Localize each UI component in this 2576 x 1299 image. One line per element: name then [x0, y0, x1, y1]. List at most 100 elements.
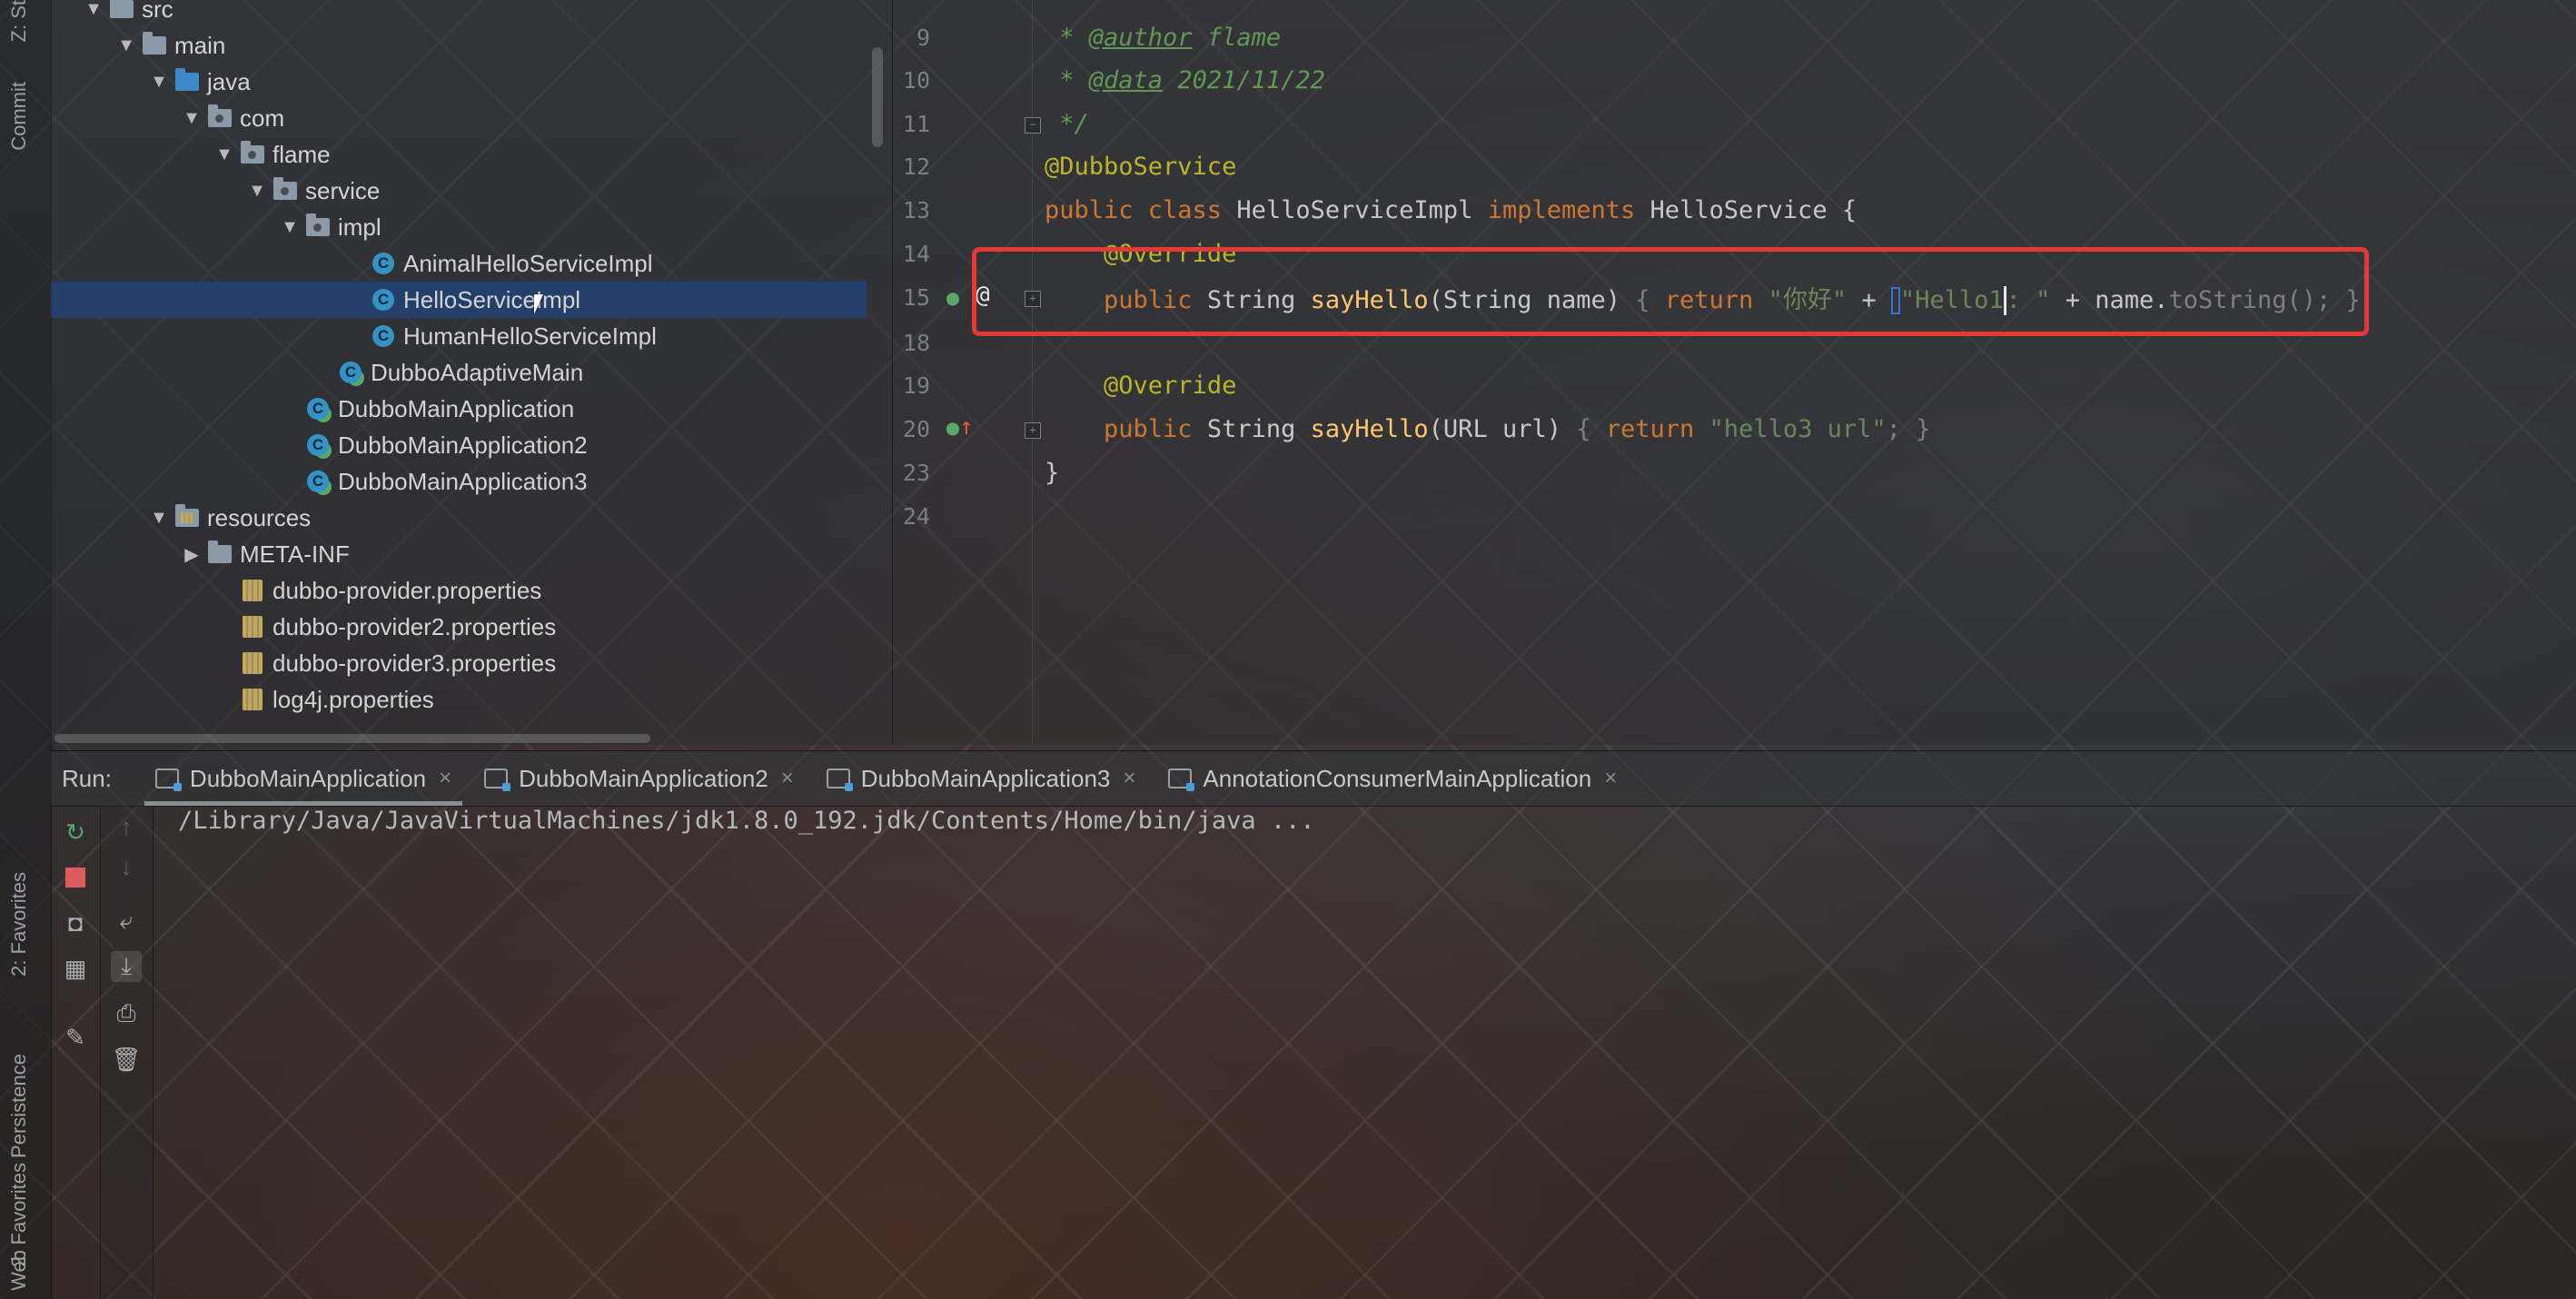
expand-arrow-down-icon[interactable]: ▼	[84, 0, 104, 20]
tree-item-label: log4j.properties	[272, 685, 434, 713]
close-tab-icon[interactable]: ×	[1123, 766, 1135, 791]
runnable-class-icon: C	[305, 396, 331, 421]
stop-icon[interactable]	[60, 862, 91, 893]
mouse-cursor-icon	[534, 294, 543, 314]
layout-icon[interactable]: ▦	[60, 953, 91, 984]
package-icon	[305, 213, 331, 240]
package-icon	[240, 141, 265, 167]
tree-item-service[interactable]: ▼ service	[51, 173, 868, 209]
tree-item-dubbo-provider-properties[interactable]: ▶dubbo-provider.properties	[51, 572, 868, 609]
commit-tool-label[interactable]: Commit	[7, 82, 31, 151]
run-toolbar-secondary: ↑ ↓ ⤶ ⤓ ⎙ 🗑	[102, 806, 154, 1299]
close-tab-icon[interactable]: ×	[781, 766, 794, 791]
run-tab-dubbomainapplication2[interactable]: DubboMainApplication2 ×	[468, 751, 810, 806]
code-line[interactable]: 11 − */	[892, 103, 2576, 145]
expand-arrow-down-icon[interactable]: ▼	[116, 35, 136, 56]
tree-item-flame[interactable]: ▼ flame	[51, 136, 868, 173]
brace: {	[1576, 415, 1606, 443]
keyword: return	[1605, 415, 1709, 443]
code-line[interactable]: 10 * @data 2021/11/22	[892, 59, 2576, 102]
tree-item-humanhelloserviceimpl[interactable]: ▶CHumanHelloServiceImpl	[51, 318, 868, 354]
tree-item-impl[interactable]: ▼ impl	[51, 209, 868, 245]
run-tab-dubbomainapplication[interactable]: DubboMainApplication ×	[139, 751, 468, 806]
run-tab-label: AnnotationConsumerMainApplication	[1203, 764, 1592, 792]
tree-item-dubbomainapplication2[interactable]: ▶CDubboMainApplication2	[51, 427, 868, 463]
code-line[interactable]: 24	[892, 495, 2576, 538]
expand-arrow-down-icon[interactable]: ▼	[214, 144, 234, 165]
tree-item-java[interactable]: ▼ java	[51, 64, 868, 100]
javadoc-tag: @author	[1088, 24, 1193, 52]
trash-icon[interactable]: 🗑	[111, 1044, 142, 1075]
expand-arrow-down-icon[interactable]: ▼	[149, 72, 169, 93]
code-line[interactable]: 12 @DubboService	[892, 145, 2576, 188]
web-tool-label[interactable]: Web	[7, 1250, 31, 1291]
override-arrow-icon: ↑	[959, 413, 974, 441]
tree-item-dubbo-provider3-properties[interactable]: ▶dubbo-provider3.properties	[51, 645, 868, 681]
tree-item-label: dubbo-provider2.properties	[272, 612, 557, 640]
doc-comment: 2021/11/22	[1163, 66, 1325, 94]
tree-item-main[interactable]: ▼ main	[51, 27, 868, 64]
code-line[interactable]: 19 @Override	[892, 364, 2576, 407]
tree-item-label: DubboAdaptiveMain	[371, 358, 584, 386]
pin-icon[interactable]: ✎	[60, 1022, 91, 1053]
code-line[interactable]: 13 public class HelloServiceImpl implemen…	[892, 189, 2576, 232]
runnable-class-icon: C	[305, 432, 331, 458]
scroll-to-end-icon[interactable]: ⤓	[111, 951, 142, 982]
tree-item-log4j-properties[interactable]: ▶log4j.properties	[51, 681, 868, 718]
expand-arrow-down-icon[interactable]: ▼	[247, 181, 267, 202]
rerun-icon[interactable]: ↻	[60, 817, 91, 848]
close-tab-icon[interactable]: ×	[1604, 766, 1617, 791]
code-editor[interactable]: 9 * @author flame 10 * @data 2021/11/22 11…	[892, 0, 2576, 745]
tree-item-dubbomainapplication[interactable]: ▶CDubboMainApplication	[51, 391, 868, 427]
tree-item-label: impl	[338, 213, 381, 241]
run-tab-dubbomainapplication3[interactable]: DubboMainApplication3 ×	[810, 751, 1153, 806]
close-tab-icon[interactable]: ×	[439, 766, 451, 791]
code-text: @Override	[1045, 372, 1236, 400]
scroll-down-icon[interactable]: ↓	[111, 851, 142, 882]
print-icon[interactable]: ⎙	[111, 998, 142, 1029]
run-tab-label: DubboMainApplication3	[860, 764, 1111, 792]
annotation: @Override	[1104, 372, 1237, 400]
expand-arrow-right-icon[interactable]: ▶	[182, 543, 202, 566]
code-line[interactable]: 23}	[892, 451, 2576, 494]
tree-item-resources[interactable]: ▼ resources	[51, 500, 868, 536]
tree-item-label: flame	[272, 140, 331, 168]
scroll-up-icon[interactable]: ↑	[111, 811, 142, 842]
tree-item-label: dubbo-provider.properties	[272, 576, 542, 604]
tree-item-src[interactable]: ▼ src	[51, 0, 868, 27]
expand-arrow-down-icon[interactable]: ▼	[182, 108, 202, 129]
tree-item-label: DubboMainApplication2	[338, 431, 588, 459]
package-icon	[272, 177, 298, 203]
soft-wrap-icon[interactable]: ⤶	[111, 906, 142, 937]
project-tree-horizontal-scrollbar[interactable]	[54, 734, 650, 743]
code-line[interactable]: 20 ⬤ ↑ + public String sayHello(URL url) { …	[892, 408, 2576, 451]
javadoc-tag: @data	[1088, 66, 1164, 94]
line-number: 9	[916, 25, 930, 51]
line-number: 24	[902, 503, 930, 530]
source-folder-icon	[174, 68, 200, 94]
code-line[interactable]: 9 * @author flame	[892, 16, 2576, 59]
run-tab-label: DubboMainApplication	[189, 764, 427, 792]
tree-item-dubbomainapplication3[interactable]: ▶CDubboMainApplication3	[51, 463, 868, 500]
line-number: 11	[902, 111, 930, 137]
tree-item-label: DubboMainApplication	[338, 394, 575, 422]
tree-item-dubbo-provider2-properties[interactable]: ▶dubbo-provider2.properties	[51, 609, 868, 645]
fold-marker-icon: −	[1025, 117, 1041, 134]
project-tree-vertical-scrollbar[interactable]	[872, 47, 883, 147]
parameters: (URL url)	[1428, 415, 1577, 443]
resources-folder-icon	[174, 504, 200, 531]
expand-arrow-down-icon[interactable]: ▼	[149, 508, 169, 529]
run-tab-annotationconsumermainapplication[interactable]: AnnotationConsumerMainApplication ×	[1152, 751, 1633, 806]
structure-tool-label[interactable]: Z: St	[7, 0, 31, 42]
tree-item-meta-inf[interactable]: ▶ META-INF	[51, 536, 868, 572]
run-config-icon	[154, 768, 182, 791]
expand-arrow-down-icon[interactable]: ▼	[280, 217, 300, 238]
favorites-tool-label[interactable]: 2: Favorites	[7, 872, 31, 977]
tree-item-animalhelloserviceimpl[interactable]: ▶CAnimalHelloServiceImpl	[51, 245, 868, 282]
tree-item-helloserviceimpl[interactable]: ▶CHelloServiceImpl	[51, 282, 867, 318]
tree-item-dubboadaptivemain[interactable]: ▶CDubboAdaptiveMain	[51, 354, 868, 391]
persistence-tool-label[interactable]: Persistence	[7, 1054, 31, 1158]
tree-item-com[interactable]: ▼ com	[51, 100, 868, 136]
camera-icon[interactable]: ◘	[60, 907, 91, 938]
doc-comment: *	[1045, 66, 1089, 94]
